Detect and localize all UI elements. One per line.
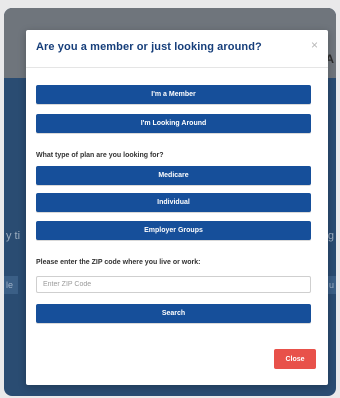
modal-title: Are you a member or just looking around? [36, 41, 262, 53]
medicare-button[interactable]: Medicare [36, 166, 311, 185]
background-text-left: y ti [6, 230, 21, 242]
plan-question-label: What type of plan are you looking for? [36, 152, 164, 159]
employer-groups-button[interactable]: Employer Groups [36, 221, 311, 240]
looking-around-button[interactable]: I'm Looking Around [36, 114, 311, 133]
individual-button[interactable]: Individual [36, 193, 311, 212]
background-bar-left: le [4, 276, 18, 294]
zip-input[interactable] [36, 276, 311, 293]
search-button[interactable]: Search [36, 304, 311, 323]
member-modal: Are you a member or just looking around?… [26, 30, 328, 385]
close-icon[interactable]: × [311, 39, 318, 51]
member-button[interactable]: I'm a Member [36, 85, 311, 104]
close-button[interactable]: Close [274, 349, 316, 369]
modal-divider [26, 67, 328, 68]
zip-label: Please enter the ZIP code where you live… [36, 259, 201, 266]
